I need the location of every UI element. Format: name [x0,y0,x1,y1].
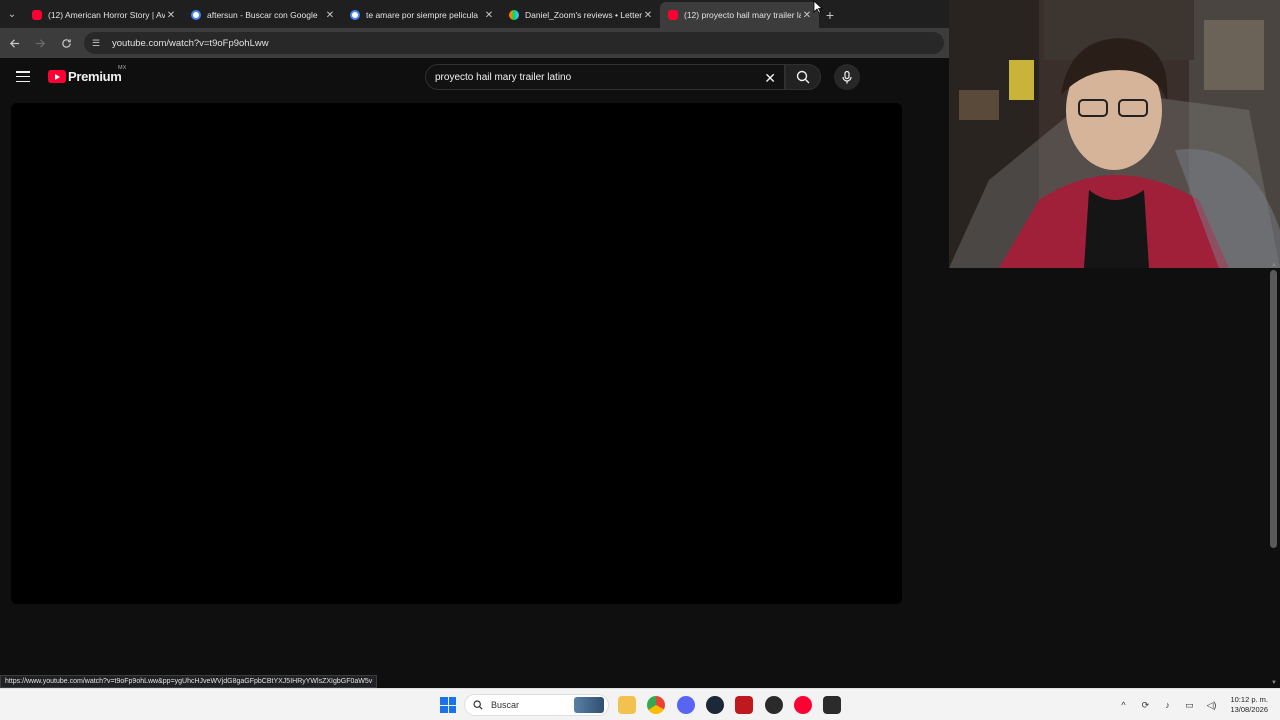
browser-tab[interactable]: Daniel_Zoom's reviews • Letterb ✕ [501,2,660,28]
voicemeeter-icon[interactable] [735,696,753,714]
webcam-overlay [949,0,1280,268]
webcam-image [949,0,1280,268]
microphone-icon [842,70,852,83]
google-icon [191,10,201,20]
chevron-up-icon[interactable]: ^ [1116,700,1130,710]
menu-hamburger-icon[interactable] [16,71,30,83]
windows-start-icon[interactable] [440,697,456,713]
tab-title: Daniel_Zoom's reviews • Letterb [525,10,642,20]
taskbar-search-box[interactable]: Buscar [464,694,609,716]
youtube-premium-logo[interactable]: Premium MX [48,65,126,84]
screen: ⌄ (12) American Horror Story | Av ✕ afte… [0,0,1280,720]
browser-tab-strip: ⌄ (12) American Horror Story | Av ✕ afte… [0,0,950,28]
search-highlight-image-icon [574,697,604,713]
google-icon [350,10,360,20]
browser-tab[interactable]: (12) American Horror Story | Av ✕ [24,2,183,28]
logo-text: Premium [68,69,122,84]
clear-search-icon[interactable]: ✕ [764,70,776,87]
tab-search-chevron-icon[interactable]: ⌄ [0,0,24,28]
tab-close-icon[interactable]: ✕ [801,10,813,21]
tab-title: te amare por siempre pelicula [366,10,478,20]
tab-close-icon[interactable]: ✕ [165,10,177,21]
scroll-up-arrow-icon[interactable]: ▲ [1271,262,1277,268]
letterboxd-icon [509,10,519,20]
search-icon [473,700,483,710]
voice-search-button[interactable] [834,64,860,90]
taskbar-search-placeholder: Buscar [491,700,520,710]
youtube-music-icon[interactable] [794,696,812,714]
clock-time: 10:12 p. m. [1230,695,1268,704]
epic-games-icon[interactable] [823,696,841,714]
youtube-header: Premium MX proyecto hail mary trailer la… [0,58,950,98]
tab-title: (12) American Horror Story | Av [48,10,165,20]
tab-title: aftersun - Buscar con Google [207,10,318,20]
chrome-icon[interactable] [647,696,665,714]
browser-tab[interactable]: aftersun - Buscar con Google ✕ [183,2,342,28]
discord-icon[interactable] [677,696,695,714]
file-explorer-icon[interactable] [618,696,636,714]
browser-toolbar: ☰ youtube.com/watch?v=t9oFp9ohLww [0,28,950,58]
search-input[interactable]: proyecto hail mary trailer latino ✕ [425,64,785,90]
back-arrow-icon[interactable] [2,31,26,55]
youtube-play-logo-icon [48,70,66,83]
tab-title: (12) proyecto hail mary trailer la [684,10,801,20]
windows-taskbar: Buscar ^ ⟳ ♪ ▭ ◁) 10:12 p. m. 13/08/2026 [0,688,1280,720]
microphone-icon[interactable]: ♪ [1160,700,1174,710]
forward-arrow-icon[interactable] [28,31,52,55]
network-icon[interactable]: ▭ [1182,700,1196,711]
youtube-icon [32,10,42,20]
site-settings-icon[interactable]: ☰ [92,38,104,49]
steam-icon[interactable] [706,696,724,714]
taskbar-clock[interactable]: 10:12 p. m. 13/08/2026 [1230,695,1268,715]
clock-date: 13/08/2026 [1230,705,1268,714]
sync-icon[interactable]: ⟳ [1138,700,1152,711]
search-button[interactable] [785,64,821,90]
tab-close-icon[interactable]: ✕ [642,10,654,21]
search-query: proyecto hail mary trailer latino [435,71,572,83]
obs-icon[interactable] [765,696,783,714]
volume-icon[interactable]: ◁) [1204,700,1218,711]
mouse-cursor-icon [813,0,823,14]
browser-tab[interactable]: te amare por siempre pelicula ✕ [342,2,501,28]
tab-close-icon[interactable]: ✕ [324,10,336,21]
reload-icon[interactable] [54,31,78,55]
youtube-icon [668,10,678,20]
tab-close-icon[interactable]: ✕ [483,10,495,21]
address-bar[interactable]: ☰ youtube.com/watch?v=t9oFp9ohLww [84,32,944,54]
address-url: youtube.com/watch?v=t9oFp9ohLww [112,37,269,49]
browser-tab-active[interactable]: (12) proyecto hail mary trailer la ✕ [660,2,819,28]
search-icon [796,70,810,84]
video-player[interactable] [11,103,902,604]
country-code: MX [118,65,127,71]
scroll-down-arrow-icon[interactable]: ▼ [1271,680,1277,686]
system-tray: ^ ⟳ ♪ ▭ ◁) 10:12 p. m. 13/08/2026 [1112,689,1280,720]
page-scrollbar[interactable] [1270,270,1277,548]
link-status-bar: https://www.youtube.com/watch?v=t9oFp9oh… [0,675,378,688]
